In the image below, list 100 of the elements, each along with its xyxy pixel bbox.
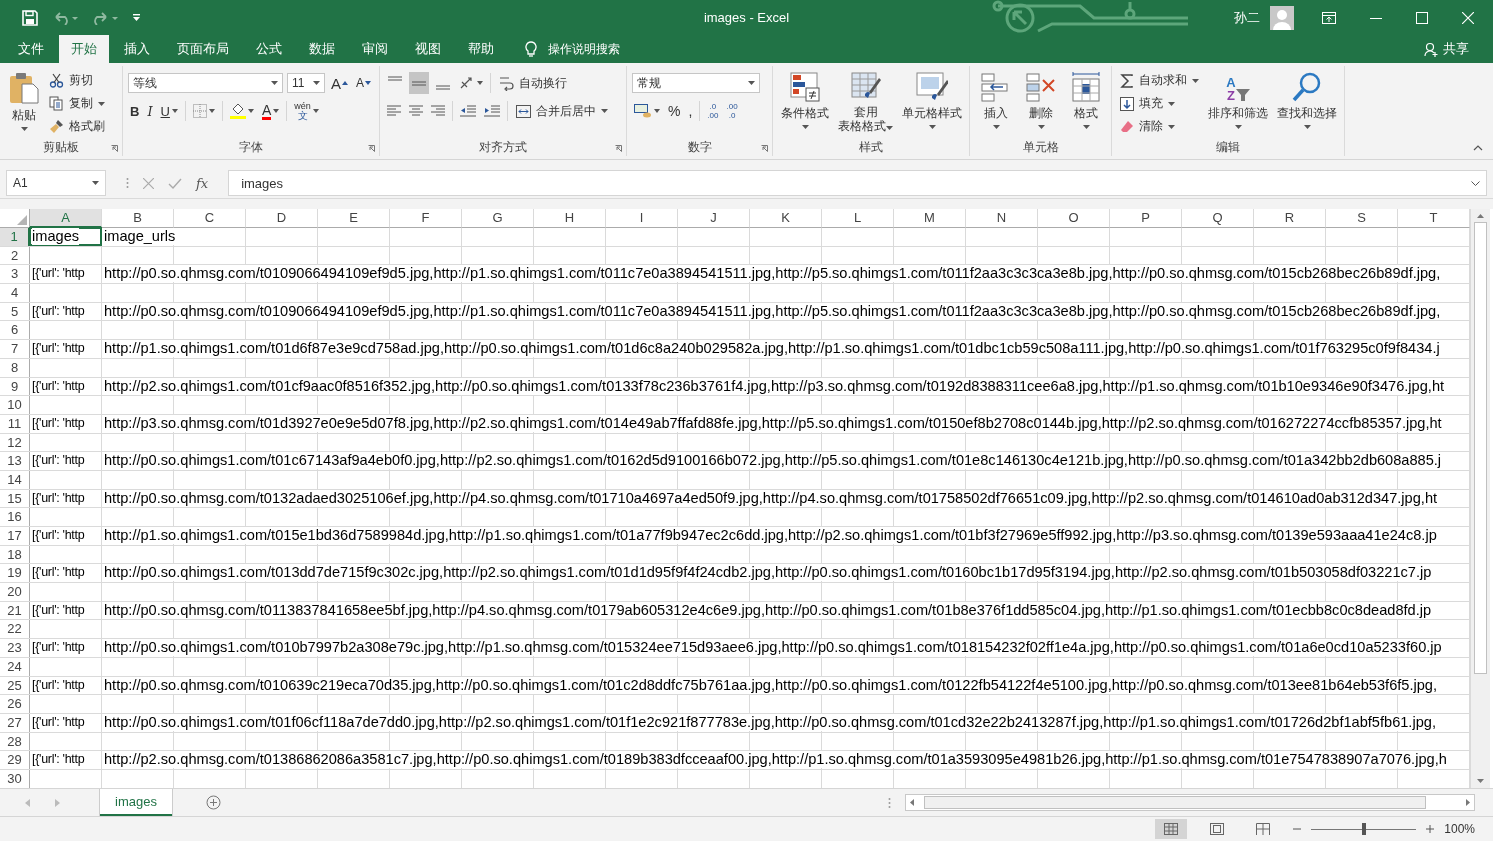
zoom-slider[interactable]	[1311, 823, 1417, 835]
format-as-table-button[interactable]: 套用 表格格式	[835, 68, 896, 138]
format-painter-button[interactable]: 格式刷	[46, 116, 108, 137]
avatar-icon[interactable]	[1270, 5, 1294, 30]
column-header[interactable]: E	[318, 209, 390, 228]
align-lines-icon	[387, 76, 403, 81]
ribbon-tab[interactable]: 帮助	[456, 35, 506, 63]
percent-style-button[interactable]: %	[666, 100, 683, 122]
column-header[interactable]: O	[1038, 209, 1110, 228]
collapse-ribbon-icon[interactable]	[1473, 145, 1483, 151]
dialog-launcher-icon[interactable]	[761, 145, 768, 152]
column-header[interactable]: J	[678, 209, 750, 228]
dialog-launcher-icon[interactable]	[368, 145, 375, 152]
ribbon-tab[interactable]: 插入	[112, 35, 162, 63]
cut-button[interactable]: 剪切	[46, 70, 108, 91]
increase-font-size-button[interactable]: A	[329, 72, 350, 94]
share-button[interactable]: 共享	[1424, 35, 1493, 63]
column-header[interactable]: G	[462, 209, 534, 228]
column-header[interactable]: I	[606, 209, 678, 228]
save-icon[interactable]	[22, 9, 38, 26]
clear-button[interactable]: 清除	[1117, 116, 1202, 137]
row-header[interactable]: 1	[0, 228, 30, 246]
vertical-align-button[interactable]	[409, 72, 429, 94]
ribbon-tab[interactable]: 数据	[297, 35, 347, 63]
column-header[interactable]: B	[102, 209, 174, 228]
column-header[interactable]: R	[1254, 209, 1326, 228]
fill-button[interactable]: 填充	[1117, 93, 1202, 114]
find-select-button[interactable]: 查找和选择	[1274, 68, 1340, 138]
caret-icon	[1234, 125, 1242, 129]
column-header[interactable]: L	[822, 209, 894, 228]
name-box[interactable]: A1	[6, 170, 106, 196]
zoom-in-icon[interactable]	[1426, 825, 1435, 833]
selected-cell[interactable]: images	[29, 227, 102, 246]
column-header[interactable]: P	[1110, 209, 1182, 228]
column-header[interactable]: M	[894, 209, 966, 228]
sheet-tab[interactable]: images	[100, 789, 172, 816]
ribbon-tab[interactable]: 视图	[403, 35, 453, 63]
splitter-handle-icon[interactable]	[888, 796, 891, 809]
comma-style-button[interactable]: ,	[686, 100, 695, 122]
phonetic-guide-button[interactable]: wén 文	[292, 100, 321, 122]
sort-filter-button[interactable]: A Z 排序和筛选	[1205, 68, 1271, 138]
wrap-text-button[interactable]: 自动换行	[496, 72, 570, 94]
paste-button[interactable]: 粘贴	[5, 68, 43, 138]
font-color-button[interactable]: A	[259, 100, 282, 122]
bold-button[interactable]: B	[128, 100, 142, 122]
copy-button[interactable]: 复制	[46, 93, 108, 114]
zoom-slider-thumb[interactable]	[1361, 823, 1366, 835]
maximize-icon[interactable]	[1416, 11, 1428, 24]
column-header[interactable]: Q	[1182, 209, 1254, 228]
conditional-formatting-button[interactable]: 条件格式	[778, 68, 832, 138]
funnel-icon	[1235, 88, 1250, 102]
insert-function-button[interactable]: fx	[196, 175, 209, 191]
column-header[interactable]: D	[246, 209, 318, 228]
zoom-out-icon[interactable]	[1293, 825, 1302, 833]
column-header[interactable]: S	[1326, 209, 1398, 228]
decrease-decimal-button[interactable]: .00 .0	[724, 100, 740, 122]
ribbon-display-icon[interactable]	[1322, 11, 1336, 24]
cells-button[interactable]: 格式	[1065, 68, 1107, 138]
ribbon-tab[interactable]: 页面布局	[165, 35, 241, 63]
ribbon-tab[interactable]: 开始	[59, 35, 109, 63]
table-cell: http://p0.so.qhmsg.com/t0109066494109ef9d5.jpg,http://p1.so.qhimgs1.com/t011c7e0a3894541511.jpg,http://p5.so.qhimgs1.com/t011f2aa3c3c3ca3e8b.jpg,http://p0.so.qhmsg.com/t015cb268bec26b89df.jpg,	[104, 302, 1441, 320]
decrease-font-size-button[interactable]: A	[354, 72, 374, 94]
column-header[interactable]: H	[534, 209, 606, 228]
ribbon-tab[interactable]: 审阅	[350, 35, 400, 63]
cancel-icon[interactable]	[143, 177, 154, 189]
column-header[interactable]: C	[174, 209, 246, 228]
number-format-field[interactable]: 常规	[632, 73, 760, 93]
cells-button[interactable]: 插入	[975, 68, 1017, 138]
redo-icon[interactable]	[92, 10, 118, 25]
column-header[interactable]: N	[966, 209, 1038, 228]
formula-field[interactable]: images	[228, 170, 1487, 196]
add-sheet-icon[interactable]	[206, 795, 221, 810]
underline-button[interactable]: U	[158, 100, 180, 122]
column-header[interactable]: T	[1398, 209, 1470, 228]
autosum-button[interactable]: 自动求和	[1117, 70, 1202, 91]
check-icon[interactable]	[168, 177, 182, 189]
column-header[interactable]: F	[390, 209, 462, 228]
horizontal-scrollbar[interactable]	[905, 794, 1475, 811]
dialog-launcher-icon[interactable]	[615, 145, 622, 152]
undo-icon[interactable]	[52, 10, 78, 25]
dialog-launcher-icon[interactable]	[111, 145, 118, 152]
cells-button[interactable]: 删除	[1020, 68, 1062, 138]
zoom-level[interactable]: 100%	[1444, 822, 1475, 836]
vertical-scrollbar[interactable]	[1470, 209, 1490, 788]
drag-handle-icon[interactable]	[126, 177, 129, 189]
ribbon-tab[interactable]: 文件	[6, 35, 56, 63]
cell-styles-button[interactable]: 单元格样式	[899, 68, 965, 138]
italic-button[interactable]: I	[145, 100, 155, 122]
column-header[interactable]: K	[750, 209, 822, 228]
tell-me-search[interactable]: 操作说明搜索	[515, 35, 630, 63]
ribbon-tab[interactable]: 公式	[244, 35, 294, 63]
increase-decimal-button[interactable]: .0 .00	[705, 100, 721, 122]
close-icon[interactable]	[1462, 11, 1474, 24]
view-button[interactable]	[1155, 819, 1188, 839]
font-name-field[interactable]: 等线	[128, 73, 283, 93]
font-size-field[interactable]: 11	[287, 73, 325, 93]
caret-icon	[20, 127, 28, 131]
customize-icon[interactable]	[132, 13, 141, 22]
merge-center-button[interactable]: 合并后居中	[513, 100, 611, 122]
select-all-corner[interactable]	[0, 209, 30, 228]
